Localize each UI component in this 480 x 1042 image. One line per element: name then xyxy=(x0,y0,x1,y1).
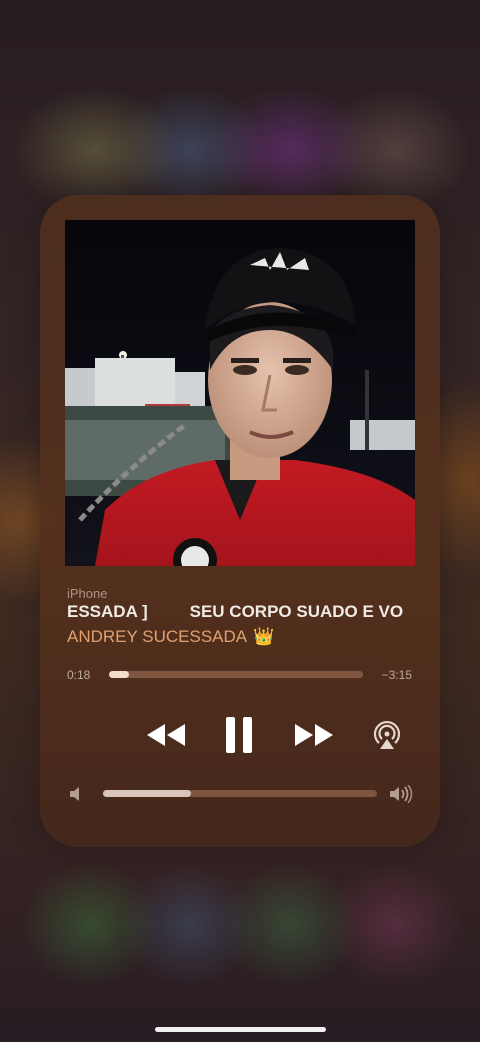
track-title-part: SEU CORPO SUADO E VO xyxy=(189,602,404,621)
volume-min-button xyxy=(68,785,86,803)
track-title-marquee: ESSADA ] SEU CORPO SUADO E VO xyxy=(67,602,417,626)
volume-slider[interactable] xyxy=(103,790,377,797)
rewind-icon xyxy=(147,724,185,746)
home-indicator[interactable] xyxy=(155,1027,326,1032)
track-title-part: ESSADA ] xyxy=(67,602,148,621)
crown-emoji: 👑 xyxy=(253,627,275,646)
fast-forward-icon xyxy=(295,724,333,746)
artist-name[interactable]: ANDREY SUCESSADA 👑 xyxy=(67,627,274,647)
playback-scrubber[interactable] xyxy=(109,671,363,678)
volume-level xyxy=(103,790,191,797)
now-playing-card: iPhone ESSADA ] SEU CORPO SUADO E VO ANDR… xyxy=(40,195,440,847)
playback-progress xyxy=(109,671,130,678)
volume-max-button xyxy=(389,783,415,805)
airplay-icon xyxy=(373,721,401,749)
pause-icon xyxy=(226,717,252,753)
remaining-time: −3:15 xyxy=(381,668,412,682)
output-device-label: iPhone xyxy=(67,586,108,601)
album-artwork xyxy=(65,220,415,566)
speaker-low-icon xyxy=(70,787,79,801)
fast-forward-button[interactable] xyxy=(292,719,336,751)
elapsed-time: 0:18 xyxy=(67,668,91,682)
rewind-button[interactable] xyxy=(144,719,188,751)
speaker-high-icon xyxy=(390,785,413,803)
airplay-button[interactable] xyxy=(369,717,405,753)
pause-button[interactable] xyxy=(222,715,258,755)
artist-label: ANDREY SUCESSADA xyxy=(67,627,248,646)
